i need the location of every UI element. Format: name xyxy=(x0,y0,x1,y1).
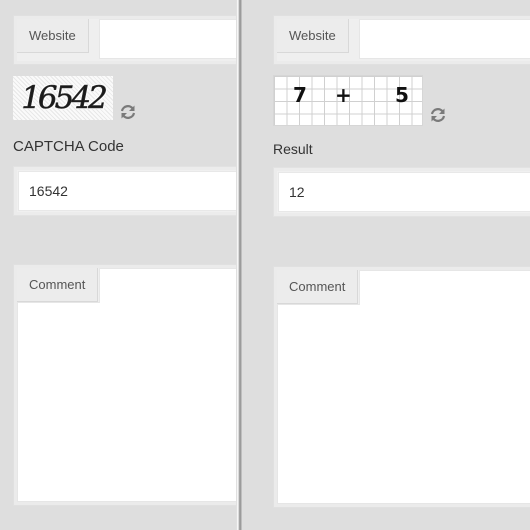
refresh-captcha-icon[interactable] xyxy=(119,103,137,121)
math-captcha-image: 7 + 5 xyxy=(273,75,423,126)
comment-label: Comment xyxy=(277,270,359,304)
comment-field-group: Comment xyxy=(273,266,530,508)
website-input[interactable] xyxy=(359,19,530,59)
comment-textarea-top[interactable] xyxy=(99,268,236,303)
math-operand-a: 7 xyxy=(293,83,307,107)
captcha-code-field: 16542 xyxy=(13,166,236,216)
result-label: Result xyxy=(273,141,313,157)
right-form-panel: Website 7 + 5 Result 12 Comment xyxy=(242,0,530,530)
website-label: Website xyxy=(17,19,89,53)
result-input[interactable]: 12 xyxy=(278,172,530,212)
comment-textarea[interactable] xyxy=(277,304,530,504)
captcha-image: 16542 xyxy=(13,76,113,120)
comment-textarea[interactable] xyxy=(17,302,236,502)
captcha-code-input[interactable]: 16542 xyxy=(18,171,236,211)
left-form-panel: Website 16542 CAPTCHA Code 16542 Comment xyxy=(0,0,236,530)
comment-textarea-top[interactable] xyxy=(359,270,530,305)
website-field-group: Website xyxy=(273,15,530,65)
website-label: Website xyxy=(277,19,349,53)
math-operand-b: 5 xyxy=(395,83,409,107)
refresh-captcha-icon[interactable] xyxy=(429,106,447,124)
math-operator: + xyxy=(335,83,352,107)
comment-label: Comment xyxy=(17,268,99,302)
website-input[interactable] xyxy=(99,19,236,59)
comment-field-group: Comment xyxy=(13,264,236,506)
captcha-code-label: CAPTCHA Code xyxy=(13,138,124,155)
result-field: 12 xyxy=(273,167,530,217)
website-field-group: Website xyxy=(13,15,236,65)
